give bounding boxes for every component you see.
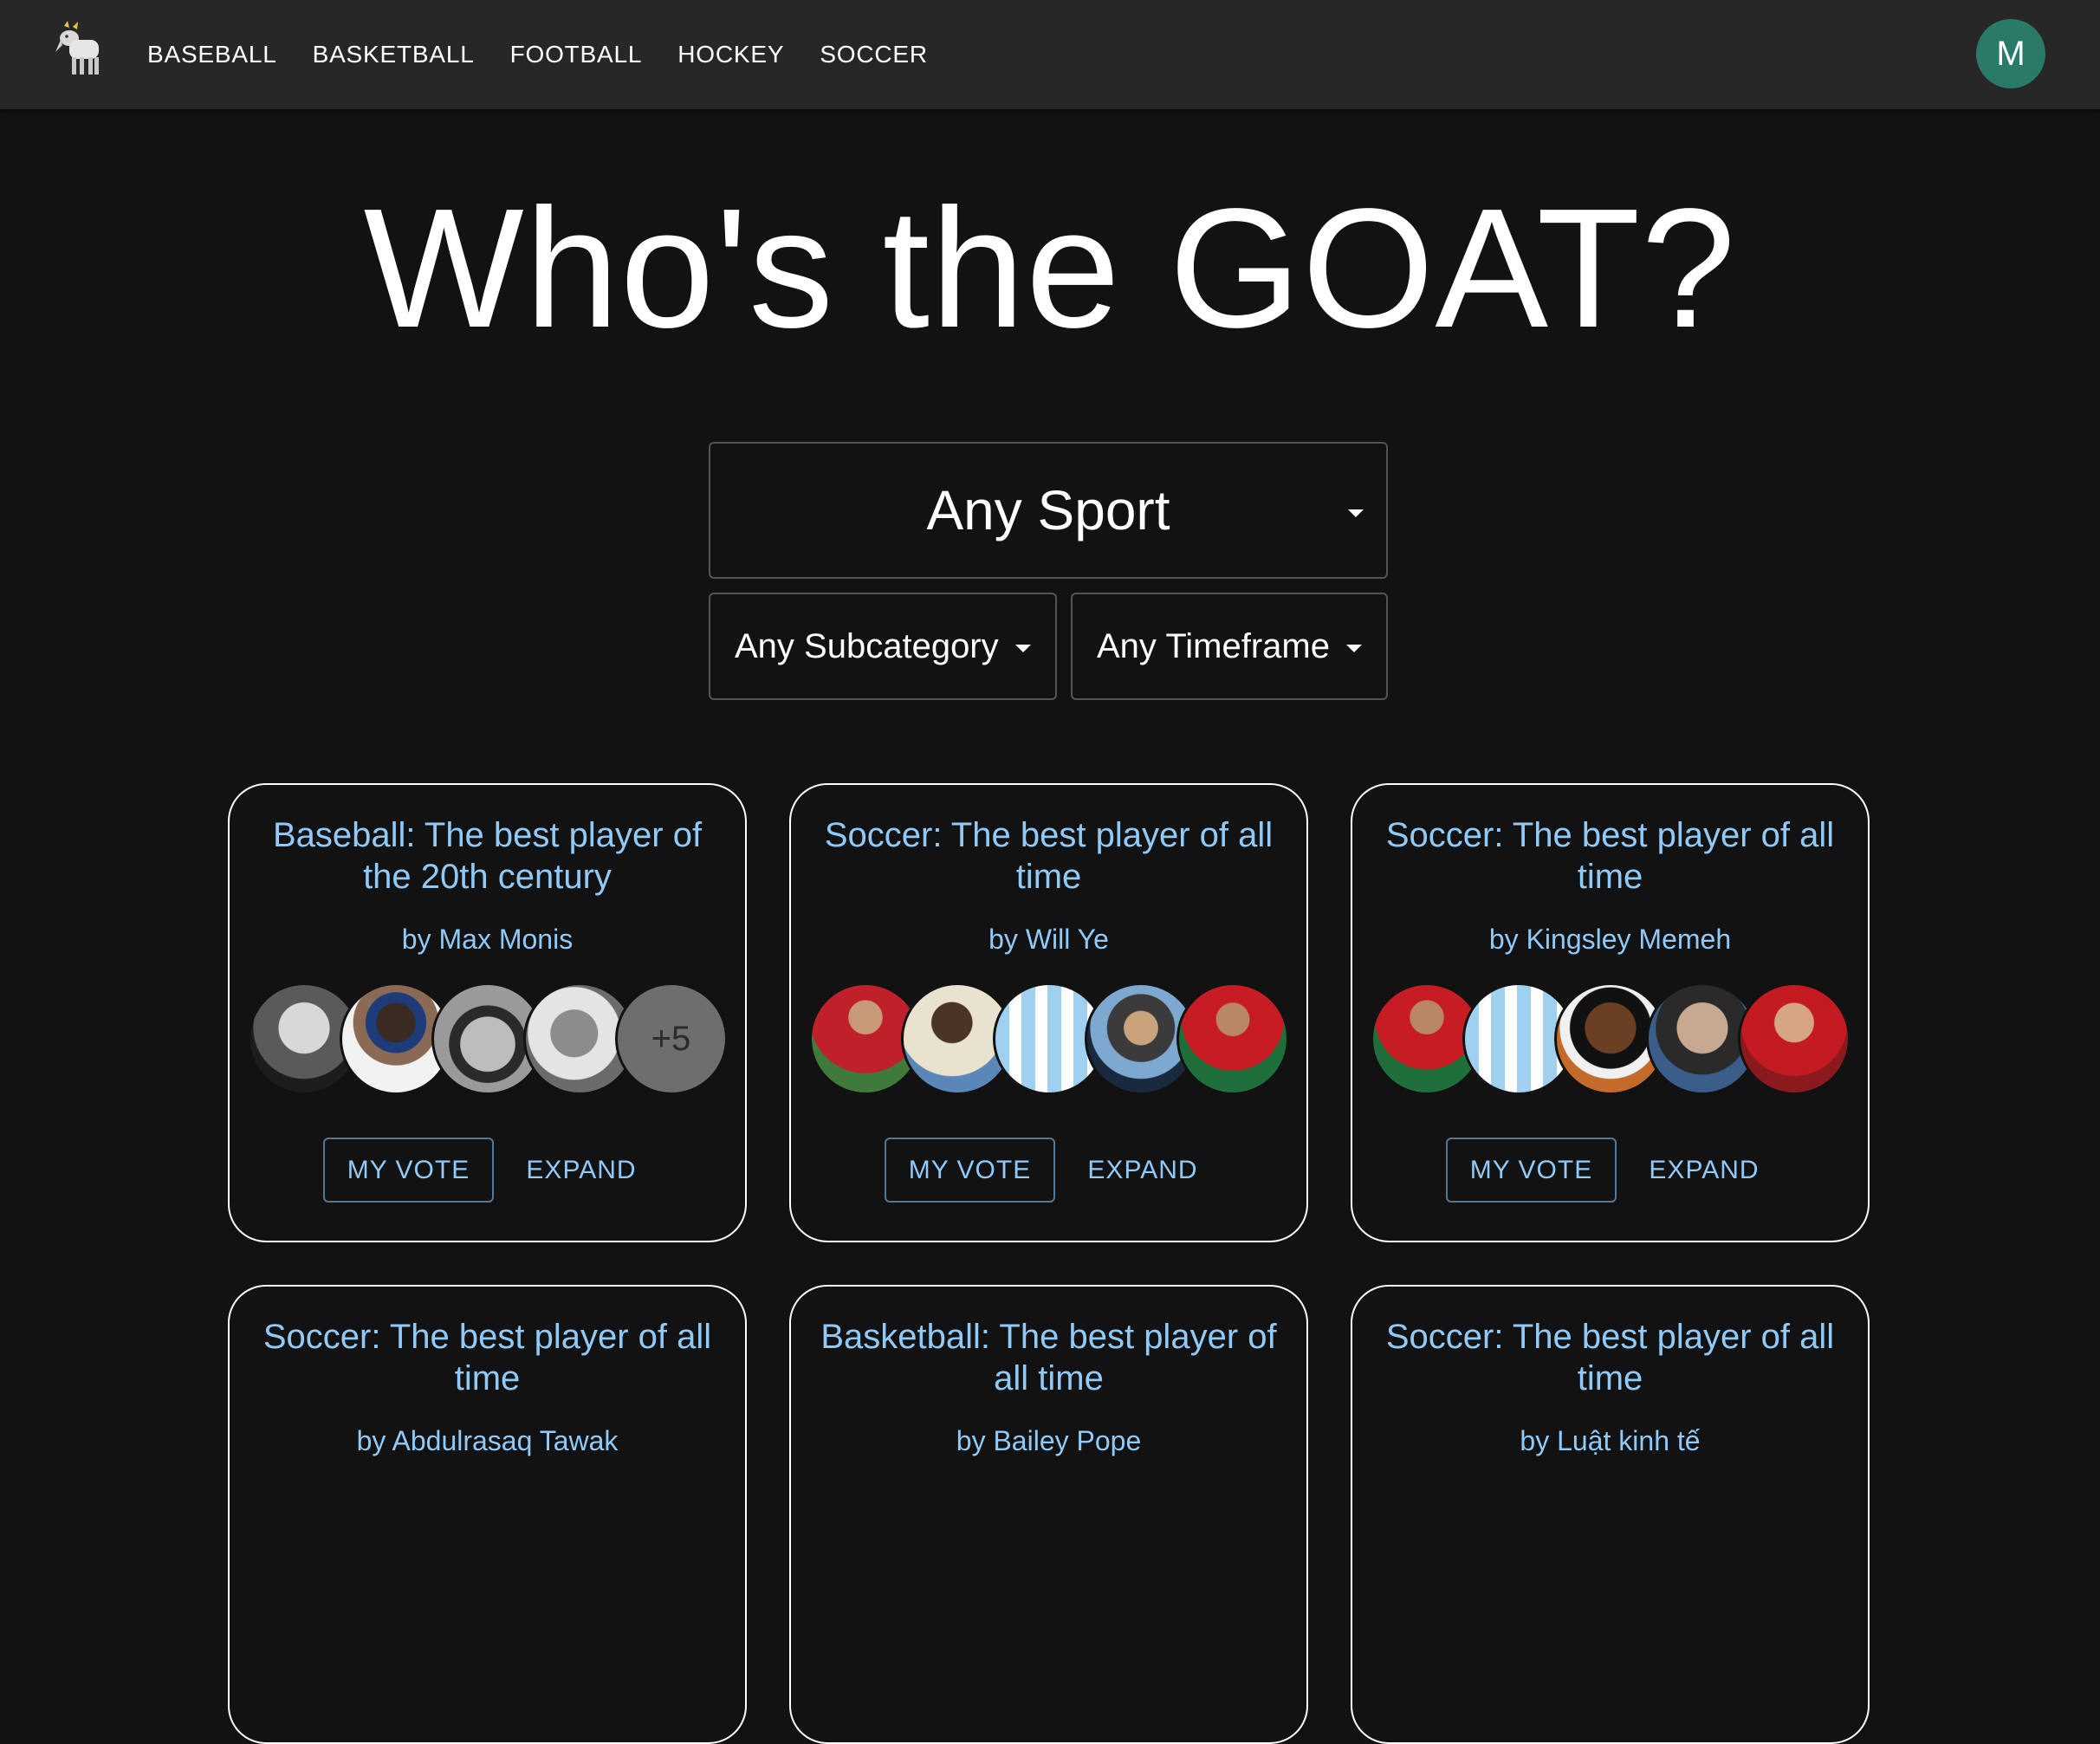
poll-card: Soccer: The best player of all time by L… [1351, 1285, 1870, 1744]
timeframe-select-value: Any Timeframe [1097, 626, 1330, 665]
timeframe-select[interactable]: Any Timeframe [1071, 593, 1388, 700]
nav-basketball[interactable]: BASKETBALL [313, 41, 475, 68]
poll-card: Basketball: The best player of all time … [789, 1285, 1308, 1744]
subcategory-select[interactable]: Any Subcategory [709, 593, 1057, 700]
nav-hockey[interactable]: HOCKEY [677, 41, 784, 68]
nominee-avatars [1352, 982, 1868, 1097]
sport-select-value: Any Sport [926, 479, 1170, 541]
chevron-down-icon [1015, 645, 1031, 652]
user-avatar[interactable]: M [1976, 19, 2045, 88]
my-vote-button[interactable]: MY VOTE [885, 1138, 1055, 1203]
poll-author[interactable]: by Will Ye [791, 924, 1306, 956]
poll-card: Baseball: The best player of the 20th ce… [228, 783, 747, 1242]
nominee-avatars [791, 982, 1306, 1097]
my-vote-button[interactable]: MY VOTE [1446, 1138, 1617, 1203]
poll-card: Soccer: The best player of all time by A… [228, 1285, 747, 1744]
poll-title[interactable]: Basketball: The best player of all time [817, 1316, 1280, 1399]
my-vote-button[interactable]: MY VOTE [323, 1138, 494, 1203]
poll-author[interactable]: by Max Monis [230, 924, 745, 956]
nominee-avatars: +5 [230, 982, 745, 1097]
poll-author[interactable]: by Bailey Pope [791, 1425, 1306, 1457]
poll-card: Soccer: The best player of all time by K… [1351, 783, 1870, 1242]
poll-author[interactable]: by Kingsley Memeh [1352, 924, 1868, 956]
nav-soccer[interactable]: SOCCER [820, 41, 928, 68]
page-title: Who's the GOAT? [363, 173, 1737, 363]
expand-button[interactable]: EXPAND [521, 1138, 642, 1203]
goat-logo-icon[interactable] [47, 19, 107, 80]
poll-card: Soccer: The best player of all time by W… [789, 783, 1308, 1242]
subcategory-select-value: Any Subcategory [735, 626, 999, 665]
player-avatar [1176, 982, 1289, 1095]
poll-title[interactable]: Soccer: The best player of all time [256, 1316, 719, 1399]
sport-nav: BASEBALL BASKETBALL FOOTBALL HOCKEY SOCC… [147, 0, 963, 109]
poll-title[interactable]: Soccer: The best player of all time [1378, 814, 1842, 898]
poll-title[interactable]: Soccer: The best player of all time [1378, 1316, 1842, 1399]
chevron-down-icon [1348, 509, 1364, 517]
nav-football[interactable]: FOOTBALL [510, 41, 643, 68]
nav-baseball[interactable]: BASEBALL [147, 41, 277, 68]
expand-button[interactable]: EXPAND [1643, 1138, 1765, 1203]
sport-select[interactable]: Any Sport [709, 442, 1388, 579]
expand-button[interactable]: EXPAND [1082, 1138, 1203, 1203]
player-avatar [1737, 982, 1850, 1095]
more-nominees-count: +5 [614, 982, 728, 1095]
poll-author[interactable]: by Abdulrasaq Tawak [230, 1425, 745, 1457]
chevron-down-icon [1346, 645, 1362, 652]
poll-author[interactable]: by Luật kinh tế [1352, 1425, 1868, 1457]
poll-title[interactable]: Baseball: The best player of the 20th ce… [256, 814, 719, 898]
poll-title[interactable]: Soccer: The best player of all time [817, 814, 1280, 898]
app-bar: BASEBALL BASKETBALL FOOTBALL HOCKEY SOCC… [0, 0, 2100, 109]
